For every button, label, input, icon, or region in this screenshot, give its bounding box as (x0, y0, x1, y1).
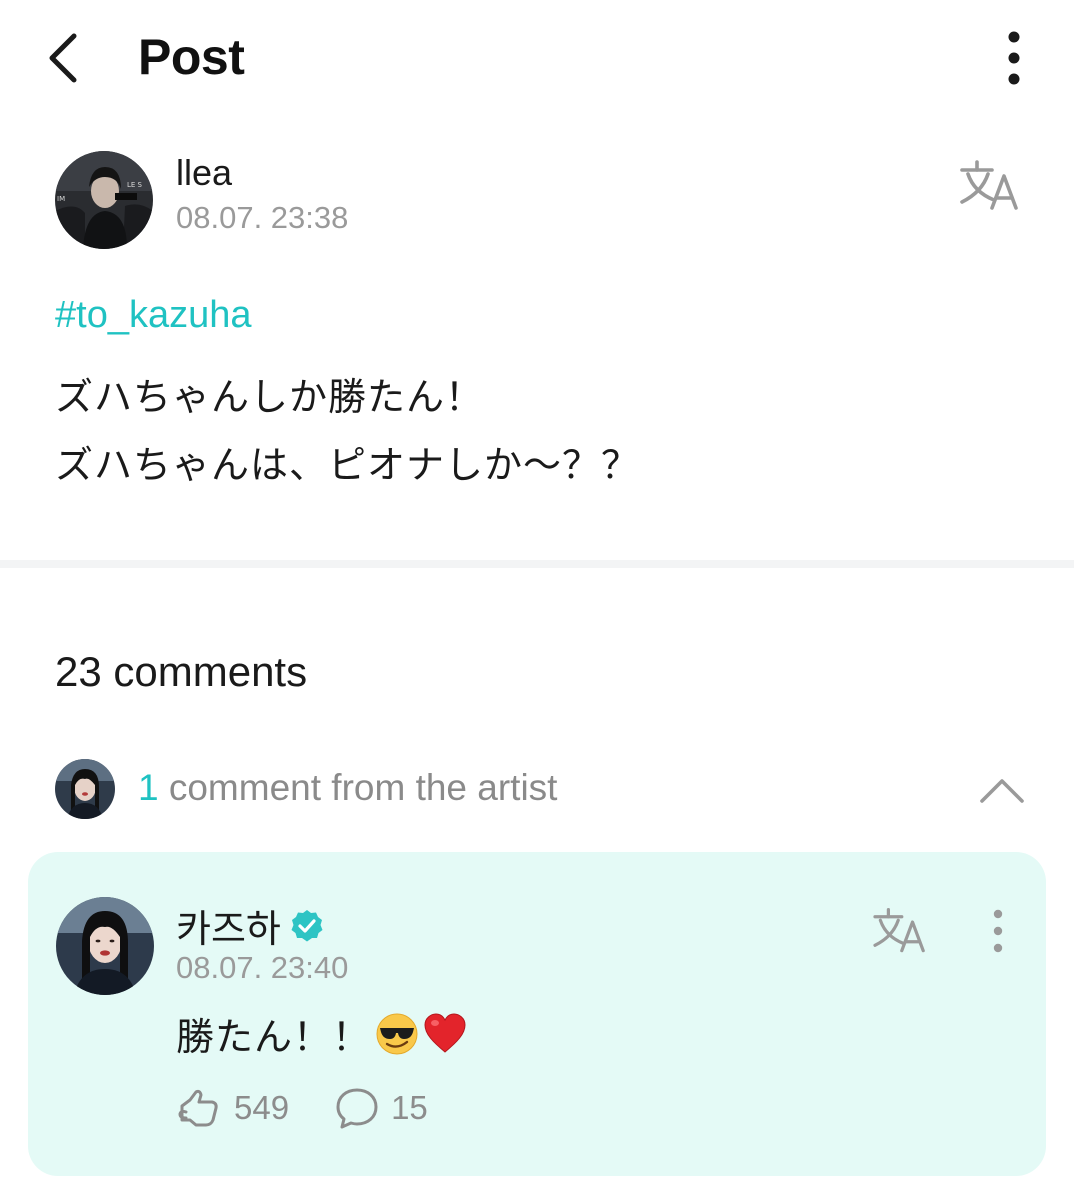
author-name[interactable]: llea (176, 152, 232, 194)
more-options-button[interactable] (994, 28, 1034, 90)
post-text-line: ズハちゃんは、ピオナしか〜？？ (55, 445, 641, 487)
post-text-line: ズハちゃんしか勝たん！ (55, 377, 485, 419)
comment-bubble-icon (336, 1088, 378, 1129)
comment-translate-button[interactable] (870, 906, 930, 956)
artist-name[interactable]: 카즈하 (176, 898, 281, 953)
artist-comments-toggle[interactable]: 1 comment from the artist (0, 745, 1074, 835)
svg-text:IM: IM (57, 195, 65, 203)
smiling-face-with-sunglasses-icon (376, 1013, 418, 1054)
translate-icon (873, 907, 925, 953)
like-button[interactable]: 549 (176, 1086, 289, 1130)
svg-text:LE S: LE S (127, 181, 143, 189)
artist-comment-label: comment from the artist (158, 767, 558, 808)
like-count: 549 (234, 1089, 290, 1126)
artist-name-row: 카즈하 (176, 898, 325, 953)
page-title: Post (138, 29, 245, 85)
artist-comment-count: 1 (138, 767, 159, 808)
author-avatar[interactable]: LE S IM (55, 151, 153, 249)
reply-count: 15 (391, 1089, 428, 1126)
artist-avatar[interactable] (56, 897, 154, 995)
comment-body: 勝たん！！ (176, 1006, 467, 1061)
section-divider (0, 560, 1074, 568)
post-screen: Post LE S IM llea 08.07. 23:38 #to_kazuh… (0, 0, 1074, 1200)
back-button[interactable] (38, 28, 94, 88)
reply-button[interactable]: 15 (333, 1086, 428, 1130)
artist-comment-card: 카즈하 08.07. 23:40 勝たん！！ 549 15 (28, 852, 1046, 1176)
chevron-up-icon[interactable] (976, 769, 1028, 809)
post-hashtag[interactable]: #to_kazuha (55, 294, 252, 337)
comment-text: 勝たん！！ (176, 1017, 372, 1059)
more-vertical-icon (993, 909, 1003, 953)
post-translate-button[interactable] (958, 158, 1022, 214)
like-icon (178, 1089, 218, 1127)
post-timestamp: 08.07. 23:38 (176, 200, 349, 235)
red-heart-icon (424, 1012, 466, 1053)
chevron-left-icon (49, 33, 77, 83)
artist-comment-summary: 1 comment from the artist (138, 767, 557, 809)
translate-icon (960, 160, 1018, 210)
comments-count: 23 comments (55, 648, 308, 695)
artist-avatar-small (55, 759, 115, 819)
comment-reactions: 549 15 (176, 1086, 428, 1130)
more-vertical-icon (1008, 31, 1020, 85)
top-bar: Post (0, 0, 1074, 115)
verified-badge-icon (291, 909, 323, 941)
comment-timestamp: 08.07. 23:40 (176, 950, 349, 985)
comment-more-button[interactable] (986, 908, 1010, 954)
